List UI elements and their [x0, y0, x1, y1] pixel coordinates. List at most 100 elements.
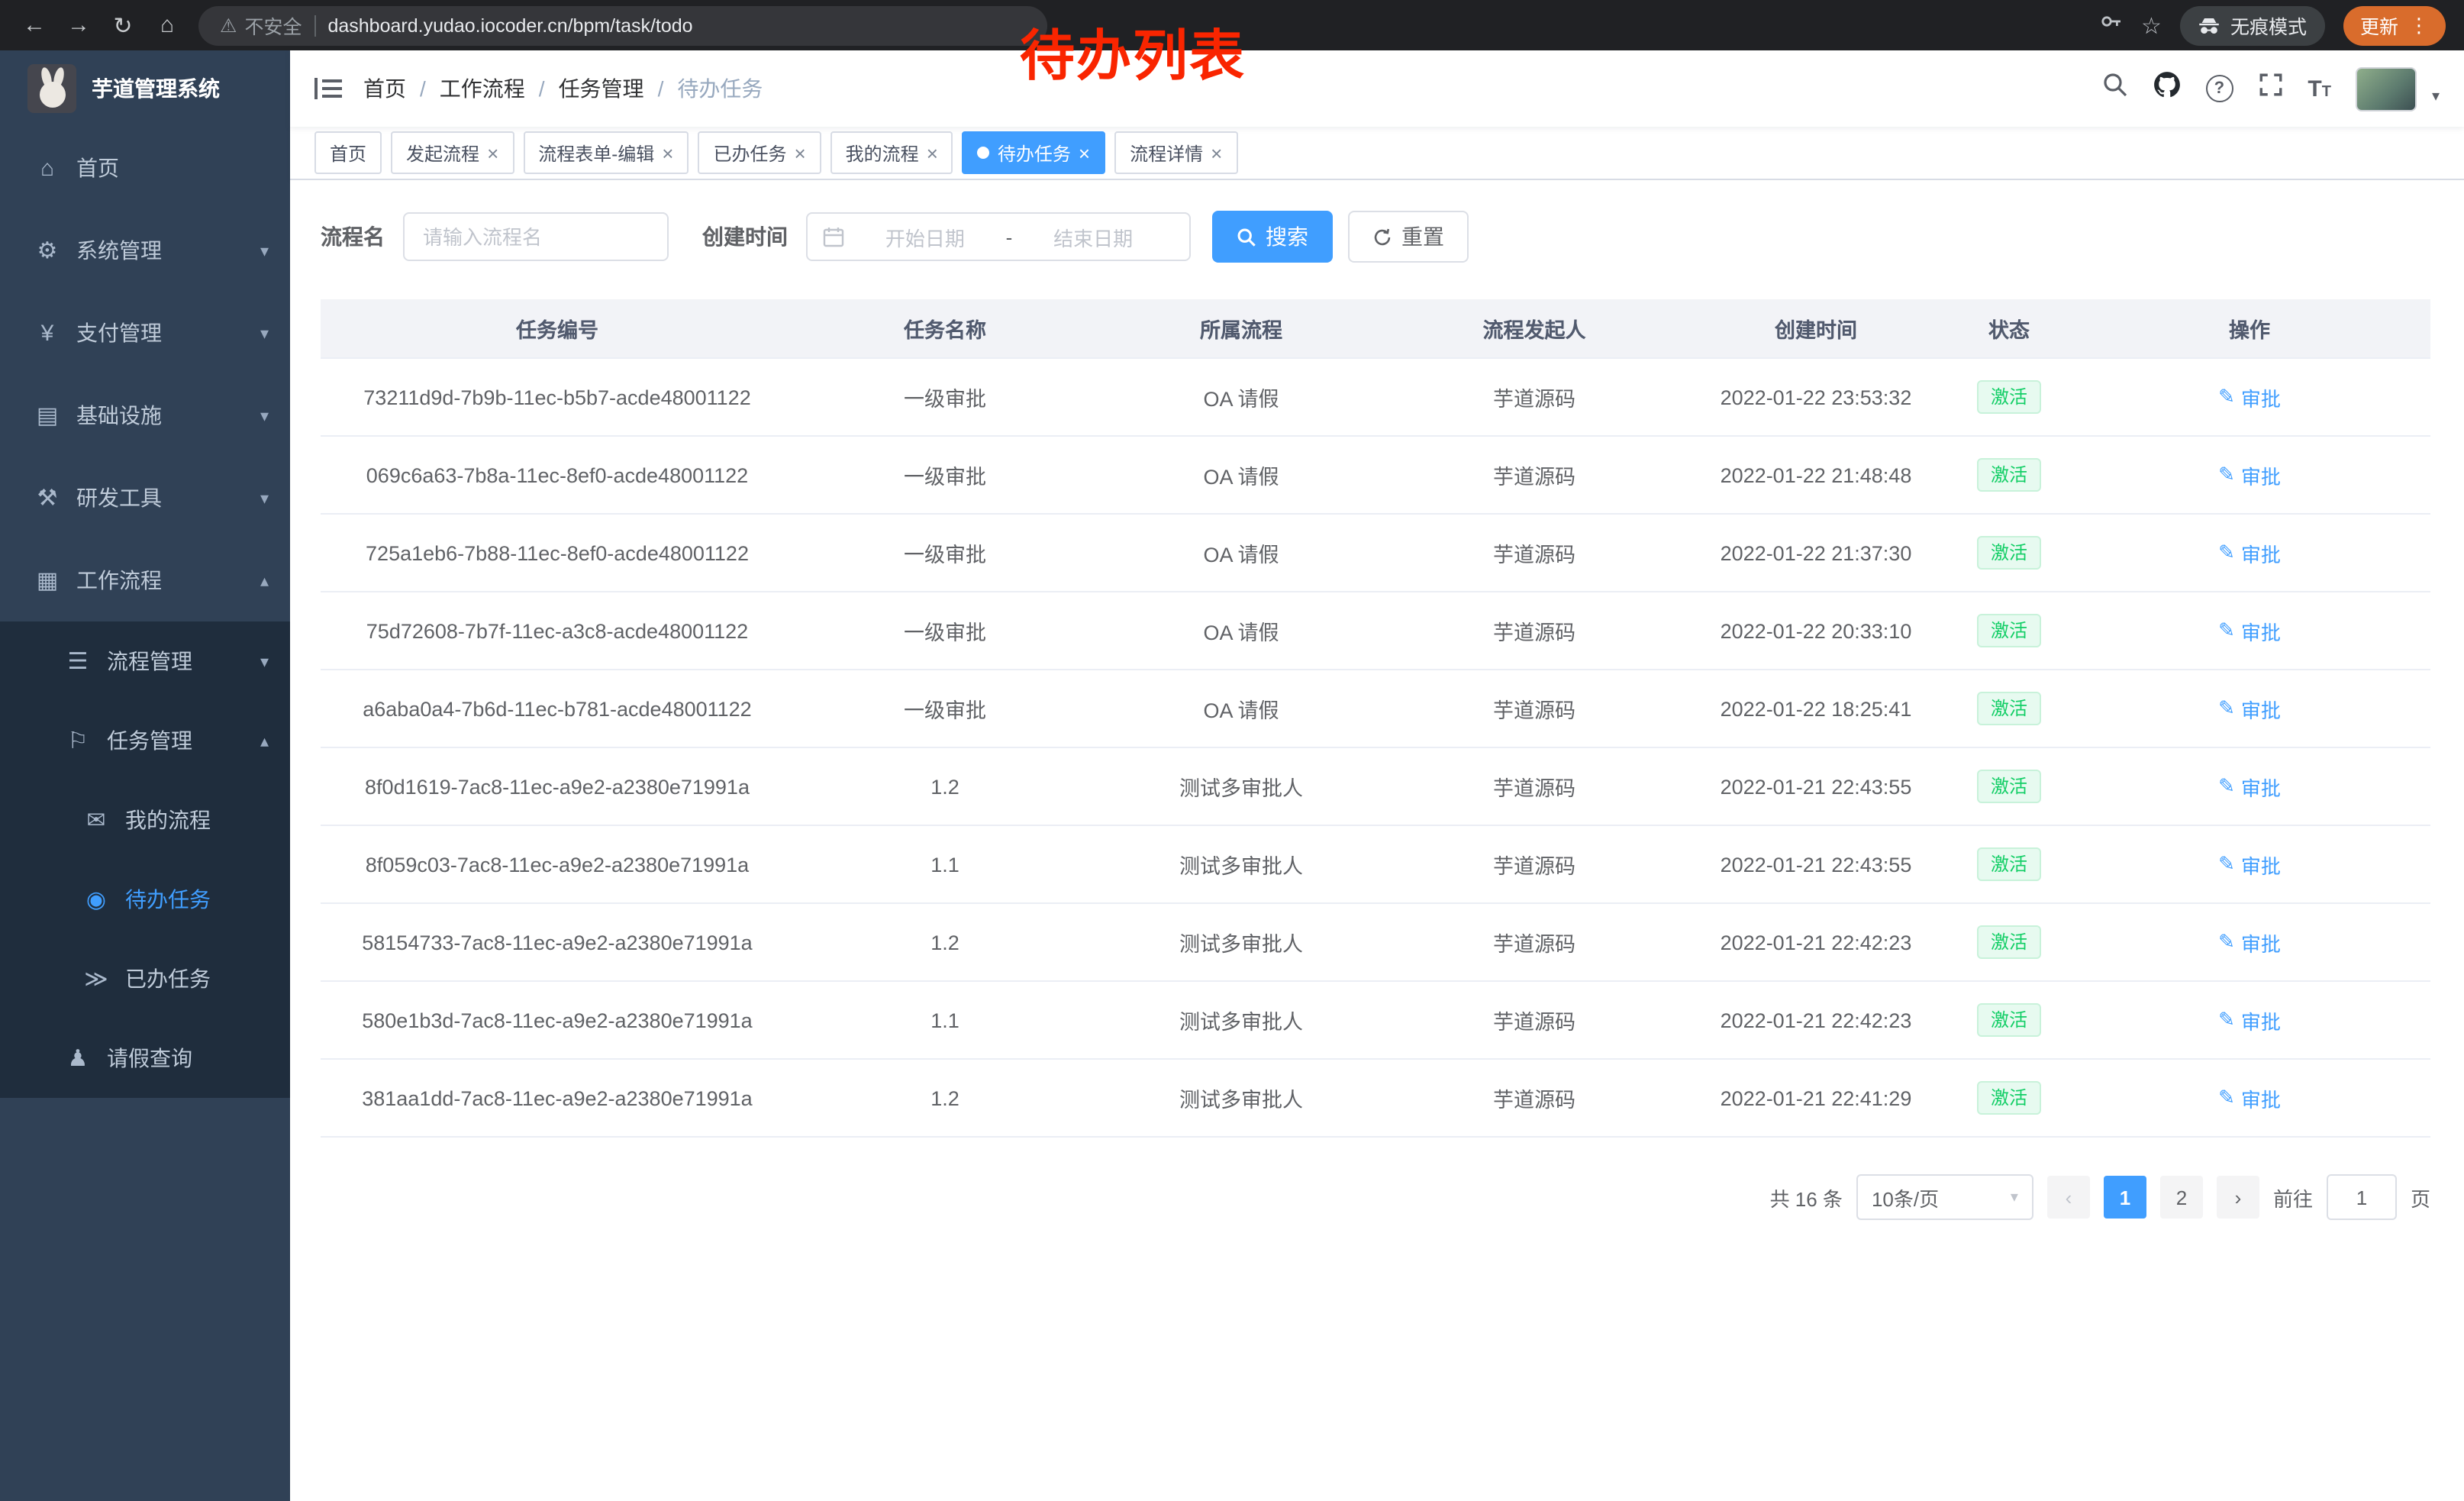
close-icon[interactable]: × — [662, 143, 673, 163]
app-logo[interactable]: 芋道管理系统 — [0, 50, 290, 127]
list-icon: ☰ — [61, 647, 95, 675]
sidebar-item-system[interactable]: ⚙ 系统管理 ▾ — [0, 209, 290, 292]
cell-task-id: 75d72608-7b7f-11ec-a3c8-acde48001122 — [321, 592, 794, 670]
font-size-icon[interactable]: TT — [2308, 76, 2331, 102]
sidebar-item-leave-query[interactable]: ♟ 请假查询 — [0, 1018, 290, 1098]
sidebar-item-devtools[interactable]: ⚒ 研发工具 ▾ — [0, 457, 290, 539]
goto-label: 前往 — [2273, 1183, 2313, 1212]
search-icon[interactable] — [2101, 72, 2127, 105]
breadcrumb-separator: / — [539, 76, 545, 101]
table-row: 58154733-7ac8-11ec-a9e2-a2380e71991a 1.2… — [321, 903, 2430, 981]
cell-status: 激活 — [1950, 981, 2069, 1059]
sidebar-item-task-management[interactable]: ⚐ 任务管理 ▴ — [0, 701, 290, 780]
back-icon[interactable]: ← — [12, 4, 56, 47]
page-button-1[interactable]: 1 — [2104, 1176, 2146, 1219]
sidebar-item-home[interactable]: ⌂ 首页 — [0, 127, 290, 209]
cell-task-name: 一级审批 — [794, 436, 1096, 514]
cell-action: ✎审批 — [2069, 514, 2430, 592]
sidebar-item-done-tasks[interactable]: ≫ 已办任务 — [0, 939, 290, 1018]
approve-link[interactable]: ✎审批 — [2218, 460, 2281, 489]
approve-link[interactable]: ✎审批 — [2218, 383, 2281, 412]
update-button[interactable]: 更新 ⋮ — [2343, 5, 2446, 45]
cell-action: ✎审批 — [2069, 592, 2430, 670]
tab-start-process[interactable]: 发起流程 × — [391, 131, 514, 174]
sidebar-item-todo-tasks[interactable]: ◉ 待办任务 — [0, 860, 290, 939]
incognito-label: 无痕模式 — [2230, 11, 2307, 40]
status-badge: 激活 — [1977, 692, 2041, 725]
approve-link[interactable]: ✎审批 — [2218, 772, 2281, 801]
breadcrumb-task-management[interactable]: 任务管理 — [559, 73, 644, 104]
cell-created: 2022-01-22 23:53:32 — [1682, 358, 1950, 436]
fullscreen-icon[interactable] — [2257, 72, 2283, 105]
cell-process: OA 请假 — [1096, 670, 1386, 747]
sidebar-item-payment[interactable]: ¥ 支付管理 ▾ — [0, 292, 290, 374]
chevron-down-icon: ▾ — [260, 240, 269, 260]
security-label: 不安全 — [244, 11, 302, 40]
next-page-button[interactable]: › — [2217, 1176, 2259, 1219]
cell-process: OA 请假 — [1096, 514, 1386, 592]
tab-process-form-edit[interactable]: 流程表单-编辑 × — [523, 131, 689, 174]
tab-todo-tasks[interactable]: 待办任务 × — [963, 131, 1105, 174]
close-icon[interactable]: × — [794, 143, 805, 163]
approve-link[interactable]: ✎审批 — [2218, 850, 2281, 879]
process-name-label: 流程名 — [321, 221, 385, 252]
home-icon[interactable]: ⌂ — [145, 4, 189, 47]
goto-page-input[interactable] — [2327, 1174, 2397, 1220]
close-icon[interactable]: × — [1211, 143, 1222, 163]
tab-process-detail[interactable]: 流程详情 × — [1114, 131, 1237, 174]
edit-icon: ✎ — [2218, 696, 2235, 721]
page-size-value: 10条/页 — [1872, 1183, 1939, 1212]
close-icon[interactable]: × — [487, 143, 498, 163]
sidebar-toggle-icon[interactable] — [314, 76, 342, 101]
bookmark-star-icon[interactable]: ☆ — [2141, 11, 2162, 39]
date-range-picker[interactable]: 开始日期 - 结束日期 — [806, 212, 1191, 261]
user-avatar[interactable] — [2356, 66, 2417, 111]
forward-icon[interactable]: → — [56, 4, 101, 47]
todo-table: 任务编号 任务名称 所属流程 流程发起人 创建时间 状态 操作 73211d9d… — [321, 299, 2430, 1138]
cell-task-id: 8f059c03-7ac8-11ec-a9e2-a2380e71991a — [321, 825, 794, 903]
sidebar-item-process-management[interactable]: ☰ 流程管理 ▾ — [0, 621, 290, 701]
cell-task-name: 一级审批 — [794, 592, 1096, 670]
sidebar-item-workflow[interactable]: ▦ 工作流程 ▴ — [0, 539, 290, 621]
help-icon[interactable]: ? — [2205, 75, 2233, 102]
key-icon[interactable] — [2098, 9, 2123, 41]
breadcrumb-home[interactable]: 首页 — [363, 73, 406, 104]
github-icon[interactable] — [2152, 70, 2181, 107]
close-icon[interactable]: × — [927, 143, 938, 163]
approve-link[interactable]: ✎审批 — [2218, 694, 2281, 723]
page-button-2[interactable]: 2 — [2160, 1176, 2203, 1219]
sidebar-item-my-process[interactable]: ✉ 我的流程 — [0, 780, 290, 860]
approve-link[interactable]: ✎审批 — [2218, 1006, 2281, 1035]
address-bar[interactable]: ⚠ 不安全 dashboard.yudao.iocoder.cn/bpm/tas… — [198, 5, 1047, 45]
status-badge: 激活 — [1977, 614, 2041, 647]
breadcrumb-workflow[interactable]: 工作流程 — [440, 73, 525, 104]
tab-my-process[interactable]: 我的流程 × — [830, 131, 953, 174]
avatar-caret-icon[interactable]: ▾ — [2432, 88, 2440, 111]
reset-button[interactable]: 重置 — [1348, 211, 1469, 263]
cell-status: 激活 — [1950, 825, 2069, 903]
cell-status: 激活 — [1950, 514, 2069, 592]
tab-done-tasks[interactable]: 已办任务 × — [698, 131, 821, 174]
approve-link[interactable]: ✎审批 — [2218, 616, 2281, 645]
tools-icon: ⚒ — [31, 484, 64, 512]
search-button[interactable]: 搜索 — [1212, 211, 1333, 263]
end-date-placeholder: 结束日期 — [1053, 222, 1133, 251]
page-size-select[interactable]: 10条/页 ▾ — [1856, 1174, 2033, 1220]
prev-page-button[interactable]: ‹ — [2047, 1176, 2090, 1219]
status-badge: 激活 — [1977, 1081, 2041, 1115]
close-icon[interactable]: × — [1079, 143, 1090, 163]
edit-icon: ✎ — [2218, 541, 2235, 565]
cell-created: 2022-01-22 21:37:30 — [1682, 514, 1950, 592]
process-name-input[interactable] — [403, 212, 669, 261]
approve-link[interactable]: ✎审批 — [2218, 538, 2281, 567]
browser-menu-icon[interactable]: ⋮ — [2409, 13, 2429, 37]
reload-icon[interactable]: ↻ — [101, 4, 145, 47]
approve-link[interactable]: ✎审批 — [2218, 1083, 2281, 1112]
sidebar-item-infrastructure[interactable]: ▤ 基础设施 ▾ — [0, 374, 290, 457]
approve-link[interactable]: ✎审批 — [2218, 928, 2281, 957]
security-warning[interactable]: ⚠ 不安全 — [220, 11, 302, 40]
tab-home[interactable]: 首页 — [314, 131, 382, 174]
filter-bar: 流程名 创建时间 开始日期 - 结束日期 搜索 — [321, 211, 2430, 263]
col-actions: 操作 — [2069, 299, 2430, 358]
sidebar-item-label: 请假查询 — [107, 1043, 192, 1073]
